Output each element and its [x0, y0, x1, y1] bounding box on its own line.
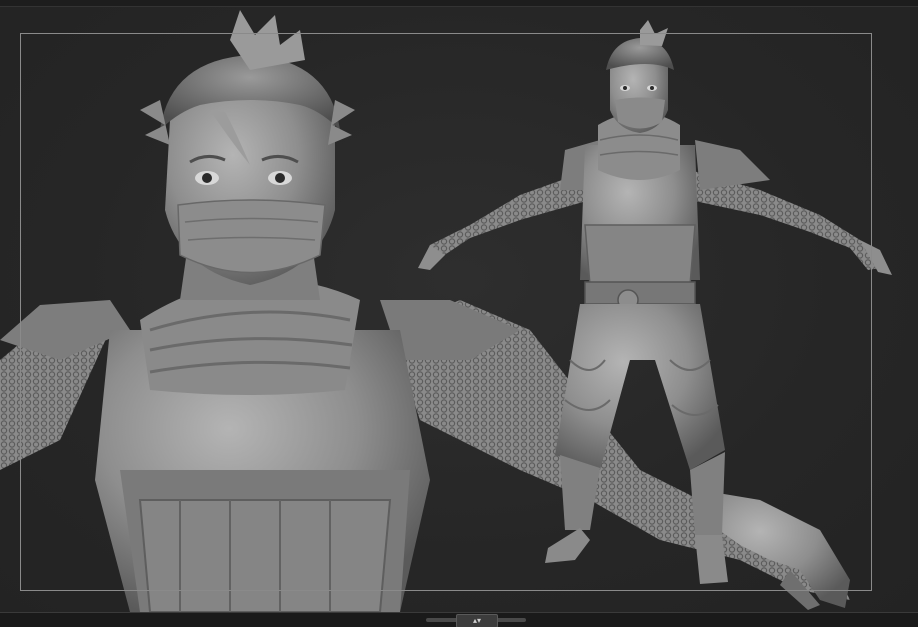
bottom-tray-bar: ▴▾ — [0, 612, 918, 627]
sculpt-render — [0, 10, 892, 612]
bust-closeup — [0, 10, 850, 612]
canvas-viewport[interactable] — [0, 7, 918, 612]
up-down-arrows-icon[interactable]: ▴▾ — [456, 614, 498, 627]
sculpt-app-window: ▴▾ — [0, 0, 918, 627]
top-tray-edge — [0, 0, 918, 7]
